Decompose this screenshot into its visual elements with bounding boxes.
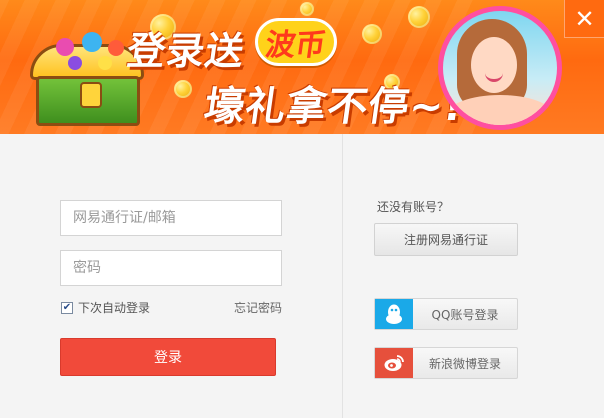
close-icon: ✕ bbox=[574, 4, 595, 33]
login-window: 登录送 波币 壕礼拿不停~! ✕ ✔ 下次自动登录 忘记密码 bbox=[0, 0, 604, 418]
register-button[interactable]: 注册网易通行证 bbox=[374, 223, 518, 256]
qq-login-button[interactable]: QQ账号登录 bbox=[374, 298, 518, 330]
auto-login-checkbox[interactable]: ✔ bbox=[61, 301, 73, 314]
qq-penguin-icon bbox=[375, 299, 413, 329]
weibo-login-label: 新浪微博登录 bbox=[428, 356, 501, 371]
forgot-password-link[interactable]: 忘记密码 bbox=[234, 299, 282, 316]
username-field[interactable] bbox=[60, 200, 282, 236]
alt-login-panel: 还没有账号？ 注册网易通行证 QQ账号登录 新浪微博登录 bbox=[343, 134, 604, 418]
coin-icon bbox=[408, 6, 430, 28]
weibo-login-button[interactable]: 新浪微博登录 bbox=[374, 347, 518, 379]
coin-icon bbox=[174, 80, 192, 98]
promo-avatar bbox=[438, 6, 562, 130]
login-panel: ✔ 下次自动登录 忘记密码 登录 bbox=[0, 134, 342, 418]
weibo-icon bbox=[375, 348, 413, 378]
password-input[interactable] bbox=[61, 251, 281, 285]
password-field[interactable] bbox=[60, 250, 282, 286]
auto-login-option[interactable]: ✔ 下次自动登录 bbox=[61, 299, 150, 316]
banner-slogan-line1: 登录送 bbox=[124, 29, 248, 73]
coin-icon bbox=[300, 2, 314, 16]
username-input[interactable] bbox=[61, 201, 281, 235]
bobi-badge-text: 波币 bbox=[263, 28, 328, 63]
avatar-image bbox=[443, 11, 557, 125]
bobi-badge: 波币 bbox=[255, 18, 337, 66]
close-button[interactable]: ✕ bbox=[564, 0, 604, 38]
promo-banner: 登录送 波币 壕礼拿不停~! ✕ bbox=[0, 0, 604, 134]
qq-login-label: QQ账号登录 bbox=[431, 307, 499, 322]
banner-slogan-line2: 壕礼拿不停~! bbox=[201, 84, 467, 130]
auto-login-label: 下次自动登录 bbox=[78, 301, 151, 315]
coin-icon bbox=[362, 24, 382, 44]
login-button[interactable]: 登录 bbox=[60, 338, 276, 376]
check-icon: ✔ bbox=[62, 301, 72, 313]
no-account-prompt: 还没有账号？ bbox=[377, 200, 450, 214]
